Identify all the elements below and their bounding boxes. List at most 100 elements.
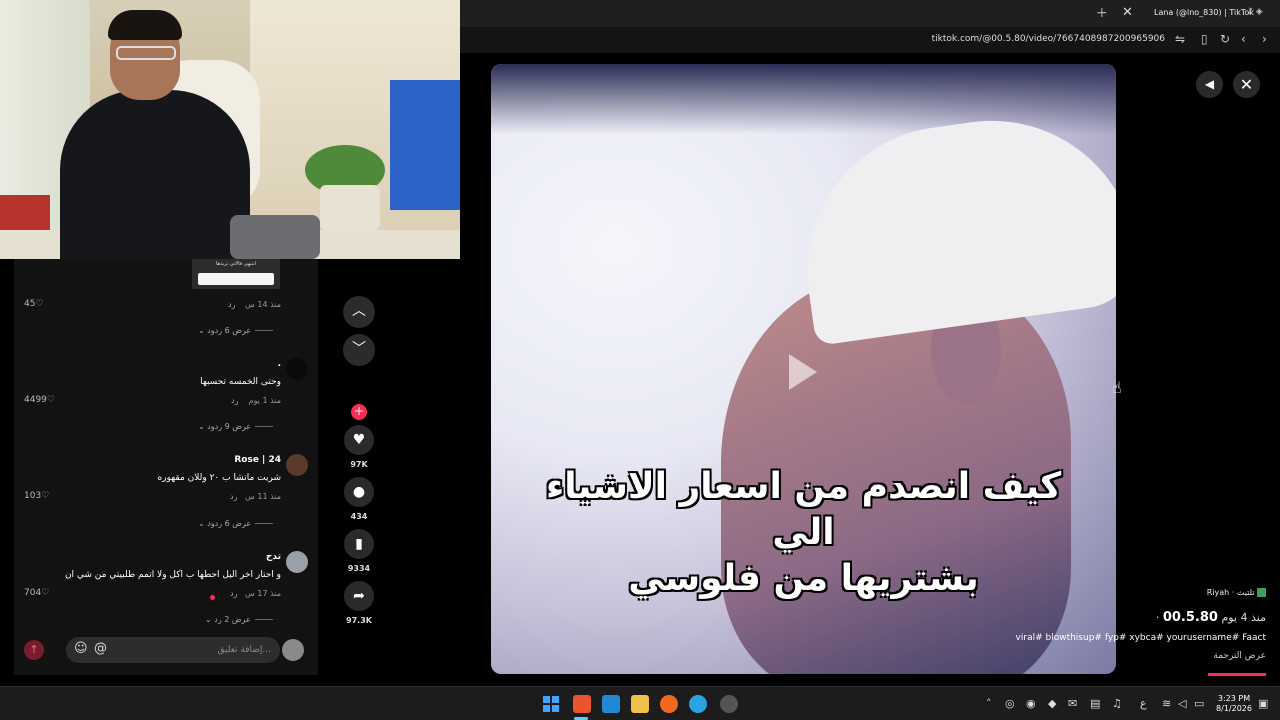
comment-count: 434 xyxy=(350,512,368,521)
reload-icon[interactable]: ↻ xyxy=(1220,32,1230,46)
tray-app-icon[interactable]: ◆ xyxy=(1048,697,1056,710)
new-tab-button[interactable]: + xyxy=(1096,5,1108,21)
tray-app-icon[interactable]: ◎ xyxy=(1005,697,1015,710)
video-caption: كيف انصدم من اسعار الاشياء الي بشتريها م… xyxy=(511,464,1096,602)
comment-text: و احتار اخر اليل احطها ب اكل ولا اتمم طل… xyxy=(64,570,281,580)
previous-video-button[interactable]: ︿ xyxy=(343,296,375,328)
video-progress-bar[interactable] xyxy=(1208,673,1266,676)
comment-icon: ● xyxy=(352,484,366,500)
bookmark-icon[interactable]: ▯ xyxy=(1201,32,1208,46)
likes-count: 45 xyxy=(24,299,36,309)
avatar[interactable] xyxy=(286,551,308,573)
view-replies-text: عرض 6 ردود xyxy=(207,326,252,335)
music-label[interactable]: Riyah · تلتيث xyxy=(1207,588,1266,597)
avatar[interactable] xyxy=(286,358,308,380)
share-count: 97.3K xyxy=(346,616,372,625)
language-indicator[interactable]: ع xyxy=(1140,697,1147,710)
chevron-down-icon: ⌄ xyxy=(198,422,205,431)
like-count: 97K xyxy=(350,460,368,469)
comment-image-thumb[interactable]: انتبهي فالاتي تريدها xyxy=(192,259,280,289)
phone xyxy=(230,215,320,259)
volume-icon[interactable]: ◁ xyxy=(1178,697,1186,710)
music-icon xyxy=(1257,588,1266,597)
tab-title[interactable]: Lana (@lno_830) | TikTok xyxy=(1154,8,1254,17)
windows-start-icon[interactable] xyxy=(543,696,559,712)
view-replies-button[interactable]: ⌄ عرض 6 ردود xyxy=(198,326,274,335)
avatar[interactable] xyxy=(286,454,308,476)
tray-app-icon[interactable]: ✉ xyxy=(1068,697,1077,710)
heart-outline-icon: ♡ xyxy=(41,588,50,598)
video-player[interactable]: كيف انصدم من اسعار الاشياء الي بشتريها م… xyxy=(491,64,1116,674)
chevron-down-icon: ﹀ xyxy=(352,341,366,357)
box xyxy=(390,80,460,210)
comment-author[interactable]: . xyxy=(278,359,281,369)
close-tab-icon[interactable]: ✕ xyxy=(1122,5,1133,20)
author-name[interactable]: 00.5.80 xyxy=(1163,610,1218,625)
video-cap xyxy=(788,102,1116,346)
obs-icon[interactable] xyxy=(720,695,738,713)
volume-icon[interactable]: ◀ xyxy=(1196,71,1223,98)
view-replies-text: عرض 9 ردود xyxy=(207,422,252,431)
back-icon[interactable]: ‹ xyxy=(1241,32,1246,46)
brave-browser-icon[interactable] xyxy=(573,695,591,713)
reply-button[interactable]: رد xyxy=(230,589,237,598)
send-comment-button[interactable]: ↑ xyxy=(24,640,44,660)
comment-author[interactable]: تدح xyxy=(266,552,281,562)
reply-button[interactable]: رد xyxy=(231,396,238,405)
reply-button[interactable]: رد xyxy=(230,492,237,501)
person-hair xyxy=(108,10,182,40)
heart-outline-icon: ♡ xyxy=(35,299,44,309)
emoji-icon[interactable]: ☺ xyxy=(74,641,88,656)
thumb-inner xyxy=(198,273,274,285)
clock[interactable]: 3:23 PM 8/1/2026 xyxy=(1214,694,1254,714)
video-hashtags[interactable]: viral# blowthisup# fyp# xybca# yourusern… xyxy=(1016,633,1266,643)
wifi-icon[interactable]: ≋ xyxy=(1162,697,1171,710)
microphone-icon[interactable]: ♫ xyxy=(1112,697,1122,710)
mention-icon[interactable]: @ xyxy=(94,641,107,656)
likes-count: 704 xyxy=(24,588,42,598)
comment-time: منذ 17 س xyxy=(245,589,281,598)
next-video-button[interactable]: ﹀ xyxy=(343,334,375,366)
comment-likes[interactable]: 103♡ xyxy=(24,491,49,501)
close-video-icon[interactable]: ✕ xyxy=(1233,71,1260,98)
site-settings-icon[interactable]: ⇋ xyxy=(1175,32,1185,46)
comment-button[interactable]: ● xyxy=(344,477,374,507)
vscode-icon[interactable] xyxy=(602,695,620,713)
comment-text: وحتى الخمسه تحسبها xyxy=(200,377,281,387)
save-button[interactable]: ▮ xyxy=(344,529,374,559)
comment-author[interactable]: Rose | 24 xyxy=(234,455,281,465)
comment-input-wrapper[interactable]: ☺ @ xyxy=(66,637,280,663)
battery-icon[interactable]: ▭ xyxy=(1194,697,1204,710)
chevron-up-icon[interactable]: ˄ xyxy=(986,697,992,710)
telegram-icon[interactable] xyxy=(689,695,707,713)
tab-audio-icon[interactable]: ♪◈ xyxy=(1247,7,1266,17)
tray-app-icon[interactable]: ▤ xyxy=(1090,697,1100,710)
chevron-up-icon: ︿ xyxy=(352,303,366,319)
thumb-text: انتبهي فالاتي تريدها xyxy=(215,261,257,267)
like-button[interactable]: ♥ xyxy=(344,425,374,455)
view-replies-button[interactable]: ⌄ عرض 6 ردود xyxy=(198,519,274,528)
play-icon[interactable] xyxy=(789,354,817,390)
heart-outline-icon: ♡ xyxy=(41,491,50,501)
video-author[interactable]: · منذ 4 يوم 00.5.80 xyxy=(1156,610,1266,625)
view-replies-button[interactable]: ⌄ عرض 2 رد xyxy=(205,615,273,624)
share-button[interactable]: ➦ xyxy=(344,581,374,611)
follow-button[interactable]: + xyxy=(351,404,367,420)
browser-tab-bar: + ✕ Lana (@lno_830) | TikTok ♪◈ xyxy=(460,0,1280,27)
comment-likes[interactable]: 45♡ xyxy=(24,299,44,309)
video-caption-line-2: بشتريها من فلوسي xyxy=(628,558,979,599)
forward-icon[interactable]: › xyxy=(1262,32,1267,46)
comment-likes[interactable]: 704♡ xyxy=(24,588,49,598)
file-explorer-icon[interactable] xyxy=(631,695,649,713)
view-replies-button[interactable]: ⌄ عرض 9 ردود xyxy=(198,422,274,431)
reply-button[interactable]: رد xyxy=(228,300,235,309)
notification-icon[interactable]: ▣ xyxy=(1258,697,1268,710)
translate-link[interactable]: عرض الترجمة xyxy=(1213,651,1266,661)
comment-time: منذ 1 يوم xyxy=(248,396,281,405)
comment-input[interactable] xyxy=(126,642,271,658)
app-icon[interactable] xyxy=(660,695,678,713)
url-field[interactable]: tiktok.com/@00.5.80/video/76674089872009… xyxy=(932,34,1165,44)
tray-app-icon[interactable]: ◉ xyxy=(1026,697,1036,710)
comment-likes[interactable]: 4499♡ xyxy=(24,395,55,405)
comment-text: شريت ماتشا ب ٢٠ وللان مقهوره xyxy=(157,473,281,483)
